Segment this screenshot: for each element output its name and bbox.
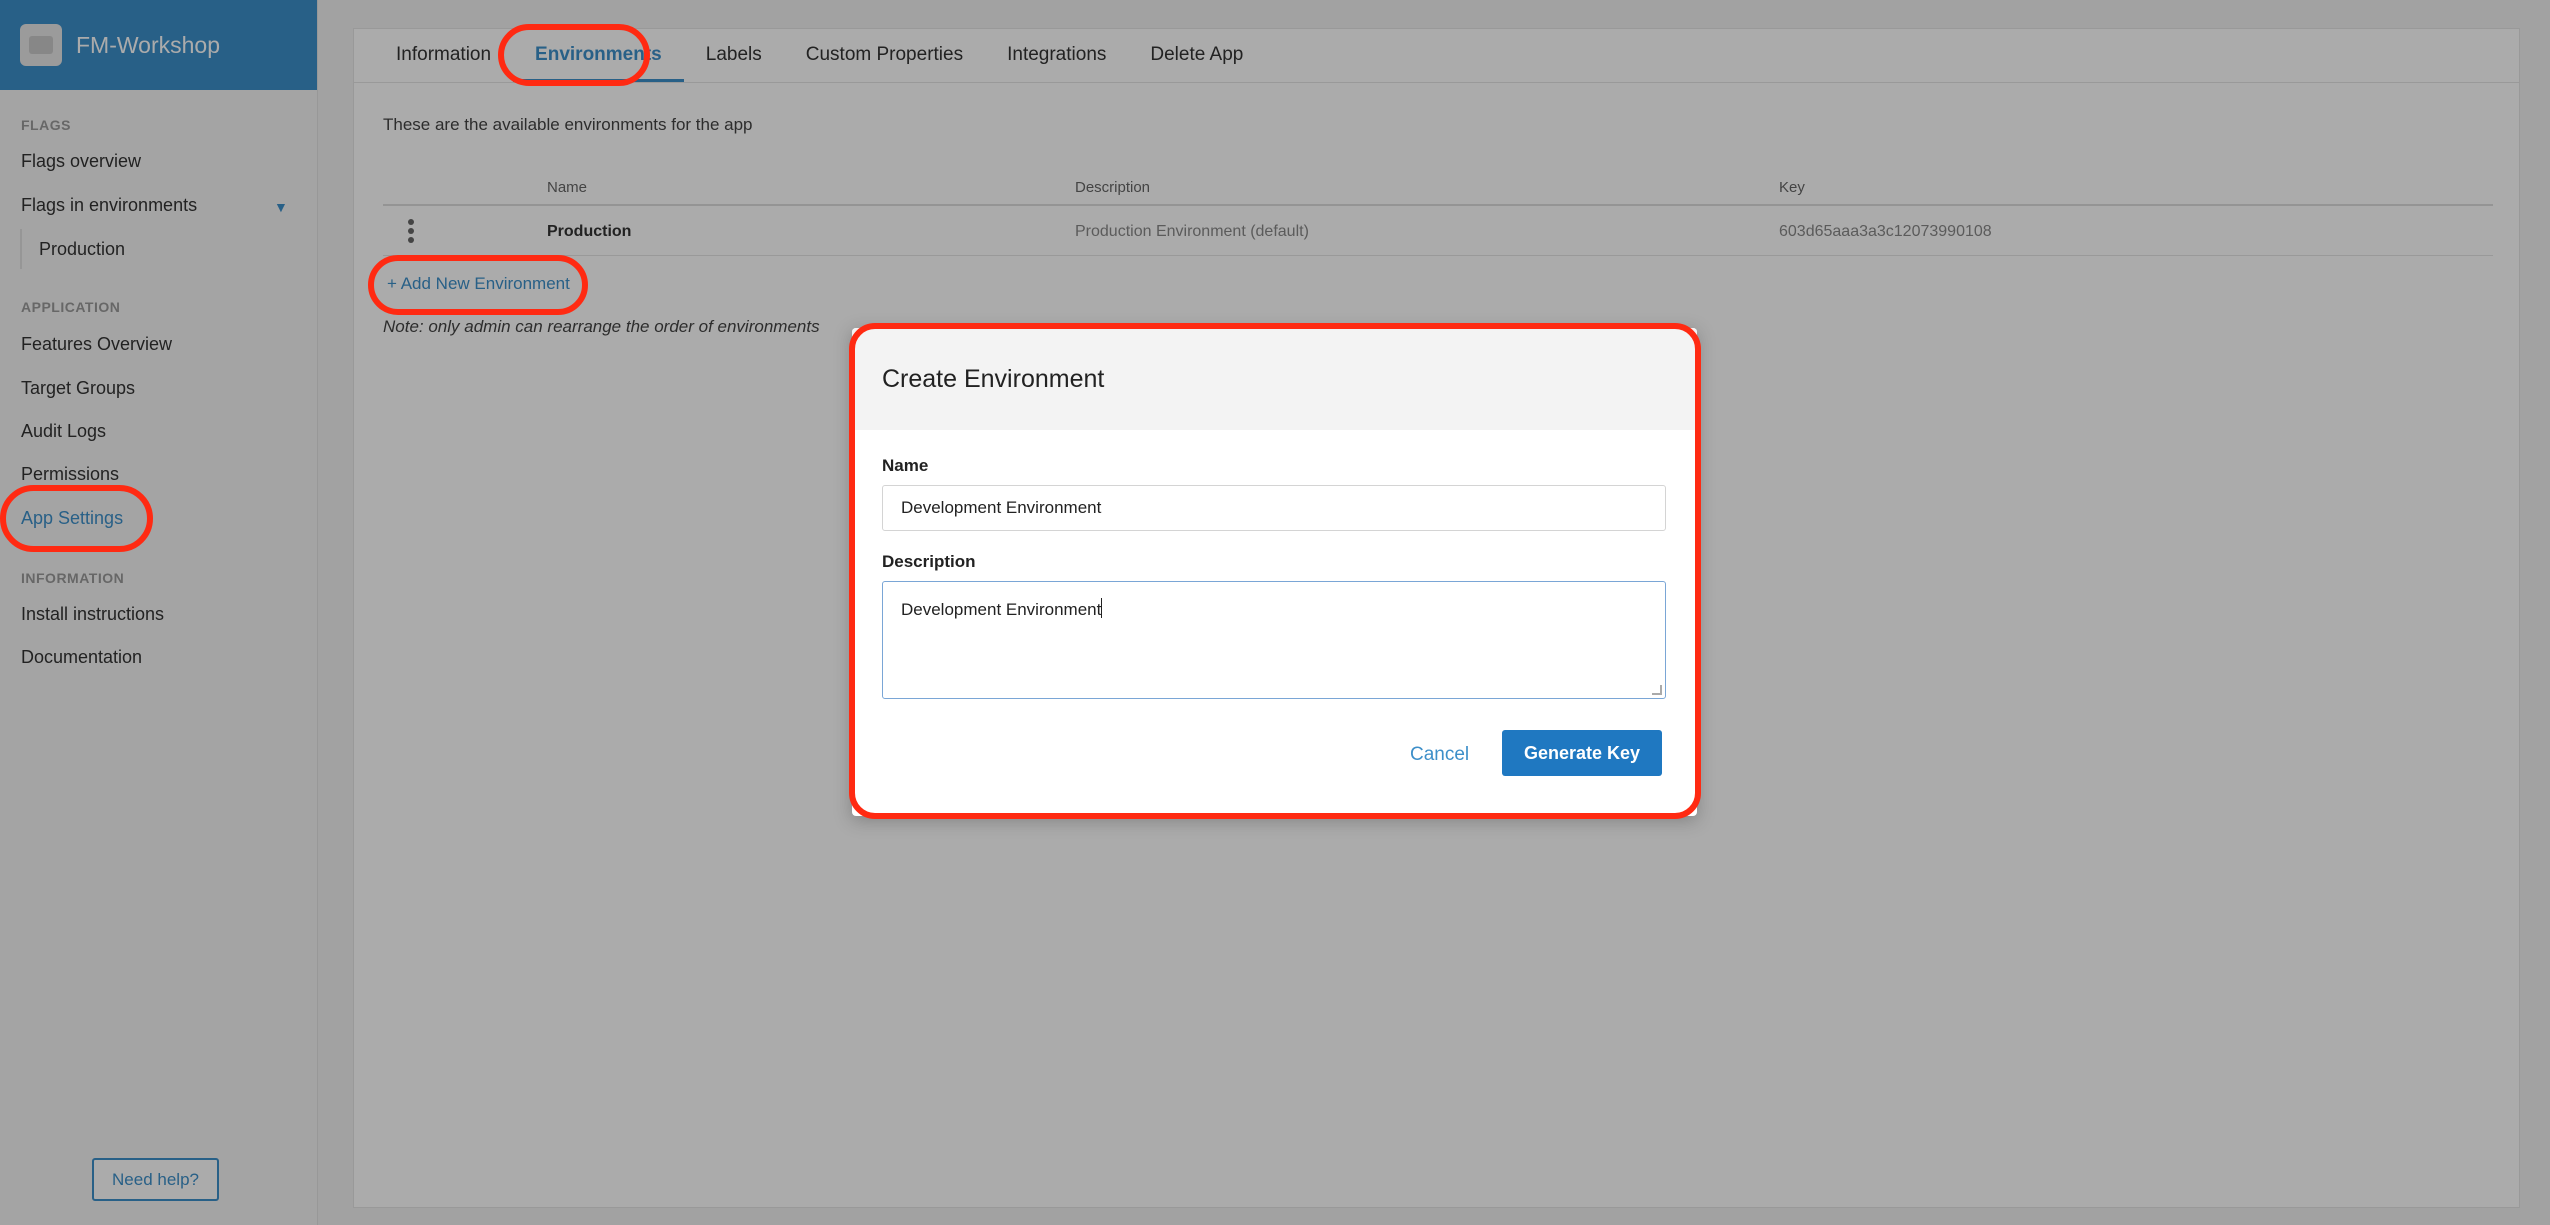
annotation-ring-environments-tab [498,24,650,86]
annotation-ring-app-settings [0,485,153,552]
annotation-ring-add-environment [368,255,588,315]
annotation-ring-modal [849,323,1701,819]
